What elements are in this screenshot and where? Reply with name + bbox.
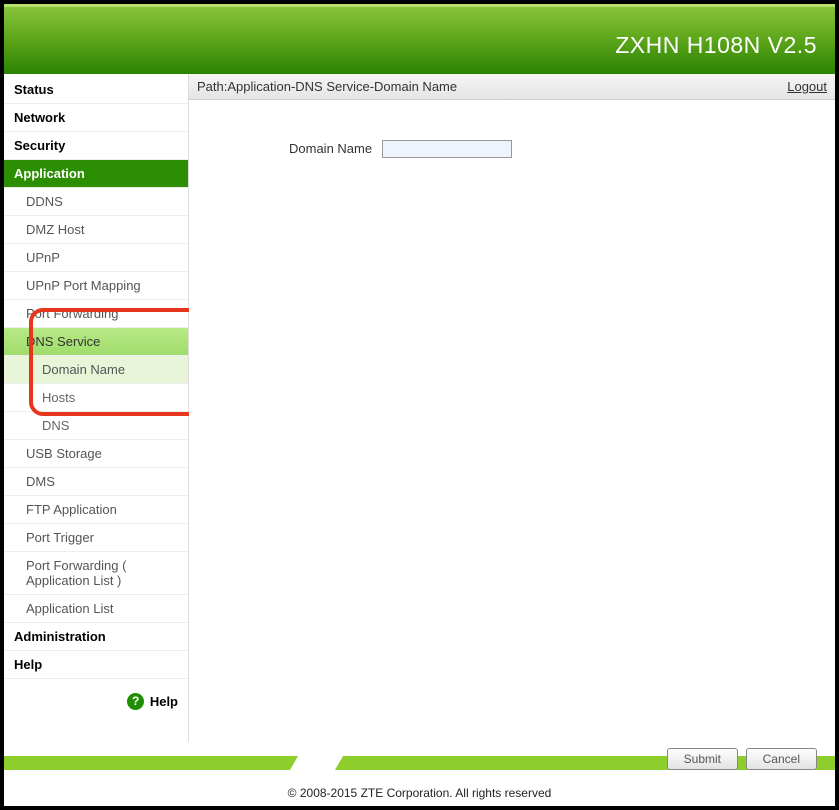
nav-port-trigger[interactable]: Port Trigger (4, 524, 188, 552)
nav-dms[interactable]: DMS (4, 468, 188, 496)
content-area: Path:Application-DNS Service-Domain Name… (189, 74, 835, 742)
nav-application-list[interactable]: Application List (4, 595, 188, 623)
breadcrumb: Path:Application-DNS Service-Domain Name… (189, 74, 835, 100)
help-link-wrap: ? Help (4, 679, 188, 710)
nav-security[interactable]: Security (4, 132, 188, 160)
nav-upnp[interactable]: UPnP (4, 244, 188, 272)
footer-bar: Submit Cancel (4, 742, 835, 780)
nav-ddns[interactable]: DDNS (4, 188, 188, 216)
breadcrumb-path: Path:Application-DNS Service-Domain Name (197, 79, 457, 94)
nav-upnp-port-mapping[interactable]: UPnP Port Mapping (4, 272, 188, 300)
help-icon[interactable]: ? (127, 693, 144, 710)
nav-help[interactable]: Help (4, 651, 188, 679)
nav-dmz-host[interactable]: DMZ Host (4, 216, 188, 244)
button-row: Submit Cancel (663, 748, 817, 770)
domain-name-input[interactable] (382, 140, 512, 158)
header: ZXHN H108N V2.5 (4, 4, 835, 74)
domain-name-label: Domain Name (289, 141, 372, 156)
header-accent (4, 4, 835, 7)
nav-port-forwarding[interactable]: Port Forwarding (4, 300, 188, 328)
copyright: © 2008-2015 ZTE Corporation. All rights … (4, 780, 835, 806)
nav-ftp-application[interactable]: FTP Application (4, 496, 188, 524)
nav-network[interactable]: Network (4, 104, 188, 132)
nav-status[interactable]: Status (4, 76, 188, 104)
logout-link[interactable]: Logout (787, 79, 827, 94)
nav-dns[interactable]: DNS (4, 412, 188, 440)
help-link[interactable]: Help (150, 694, 178, 709)
sidebar: Status Network Security Application DDNS… (4, 74, 189, 742)
product-title: ZXHN H108N V2.5 (615, 32, 817, 59)
nav-application[interactable]: Application (4, 160, 188, 188)
footer-decoration (305, 756, 343, 770)
nav-port-forwarding-app-list[interactable]: Port Forwarding ( Application List ) (4, 552, 188, 595)
nav-dns-service[interactable]: DNS Service (4, 328, 188, 356)
nav-usb-storage[interactable]: USB Storage (4, 440, 188, 468)
form-area: Domain Name (189, 100, 835, 158)
cancel-button[interactable]: Cancel (746, 748, 817, 770)
submit-button[interactable]: Submit (667, 748, 738, 770)
nav-administration[interactable]: Administration (4, 623, 188, 651)
nav-hosts[interactable]: Hosts (4, 384, 188, 412)
nav-domain-name[interactable]: Domain Name (4, 356, 188, 384)
